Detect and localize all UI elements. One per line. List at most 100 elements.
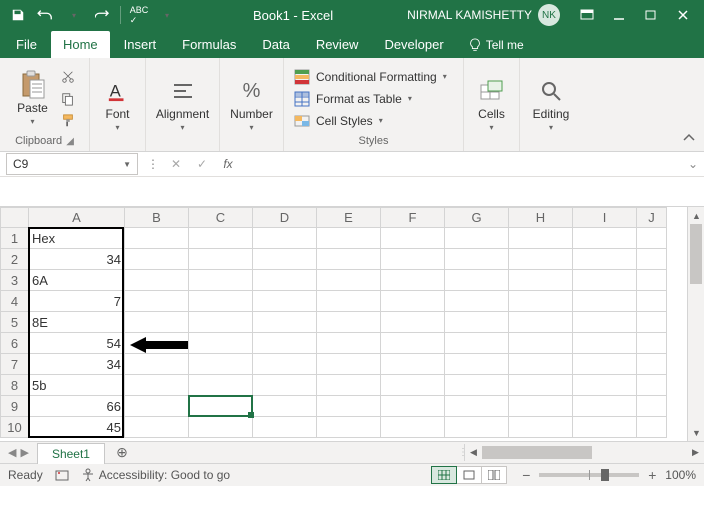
cell-I6[interactable] [573,333,637,354]
qat-customize[interactable]: ▾ [155,3,179,27]
cell-I7[interactable] [573,354,637,375]
copy-button[interactable] [58,89,78,109]
formula-bar-extended[interactable] [0,176,704,206]
row-header-7[interactable]: 7 [1,354,29,375]
cell-D1[interactable] [253,228,317,249]
editing-group-button[interactable]: Editing ▾ [527,75,576,134]
cell-E9[interactable] [317,396,381,417]
tab-home[interactable]: Home [51,31,110,58]
cell-J10[interactable] [637,417,667,438]
col-header-D[interactable]: D [253,208,317,228]
cell-F7[interactable] [381,354,445,375]
tab-insert[interactable]: Insert [112,31,169,58]
clipboard-dialog-launcher[interactable]: ◢ [66,136,74,147]
tab-formulas[interactable]: Formulas [170,31,248,58]
cell-B2[interactable] [125,249,189,270]
name-box[interactable]: C9 ▼ [6,153,138,175]
cell-A6[interactable]: 54 [29,333,125,354]
cell-G1[interactable] [445,228,509,249]
format-painter-button[interactable] [58,111,78,131]
cell-H5[interactable] [509,312,573,333]
cell-F4[interactable] [381,291,445,312]
cell-A8[interactable]: 5b [29,375,125,396]
cell-F1[interactable] [381,228,445,249]
cell-A4[interactable]: 7 [29,291,125,312]
cell-E6[interactable] [317,333,381,354]
cell-H7[interactable] [509,354,573,375]
cell-B10[interactable] [125,417,189,438]
cell-B8[interactable] [125,375,189,396]
cell-G9[interactable] [445,396,509,417]
cell-D8[interactable] [253,375,317,396]
cell-C3[interactable] [189,270,253,291]
col-header-G[interactable]: G [445,208,509,228]
zoom-in-button[interactable]: + [645,467,659,483]
format-as-table-button[interactable]: Format as Table ▾ [290,89,451,109]
cell-E8[interactable] [317,375,381,396]
cell-J4[interactable] [637,291,667,312]
zoom-slider-handle[interactable] [601,469,609,481]
col-header-E[interactable]: E [317,208,381,228]
cell-C6[interactable] [189,333,253,354]
row-header-10[interactable]: 10 [1,417,29,438]
undo-button[interactable] [34,3,58,27]
font-group-button[interactable]: A Font ▾ [98,75,138,134]
cell-C8[interactable] [189,375,253,396]
sheet-nav-next[interactable]: ▶ [20,446,28,459]
cell-I2[interactable] [573,249,637,270]
cell-A3[interactable]: 6A [29,270,125,291]
col-header-I[interactable]: I [573,208,637,228]
cell-H1[interactable] [509,228,573,249]
cell-C4[interactable] [189,291,253,312]
maximize-button[interactable] [636,3,666,27]
tab-file[interactable]: File [4,31,49,58]
zoom-level[interactable]: 100% [665,468,696,482]
cell-styles-button[interactable]: Cell Styles ▾ [290,111,451,131]
hscroll-thumb[interactable] [482,446,592,459]
cell-B3[interactable] [125,270,189,291]
cell-F2[interactable] [381,249,445,270]
cell-F5[interactable] [381,312,445,333]
cell-I3[interactable] [573,270,637,291]
scroll-up-button[interactable]: ▲ [688,207,704,224]
cell-D7[interactable] [253,354,317,375]
cell-B6[interactable] [125,333,189,354]
col-header-H[interactable]: H [509,208,573,228]
cell-G3[interactable] [445,270,509,291]
col-header-F[interactable]: F [381,208,445,228]
page-break-view-button[interactable] [481,466,507,484]
row-header-5[interactable]: 5 [1,312,29,333]
col-header-A[interactable]: A [29,208,125,228]
row-header-2[interactable]: 2 [1,249,29,270]
cell-I4[interactable] [573,291,637,312]
cell-H4[interactable] [509,291,573,312]
alignment-group-button[interactable]: Alignment ▾ [150,75,215,134]
number-group-button[interactable]: % Number ▾ [224,75,279,134]
cell-B7[interactable] [125,354,189,375]
row-header-4[interactable]: 4 [1,291,29,312]
vertical-scrollbar[interactable]: ▲ ▼ [687,207,704,441]
cut-button[interactable] [58,67,78,87]
cell-J2[interactable] [637,249,667,270]
cell-H6[interactable] [509,333,573,354]
save-button[interactable] [6,3,30,27]
undo-dropdown[interactable]: ▾ [62,3,86,27]
cell-E2[interactable] [317,249,381,270]
cell-A5[interactable]: 8E [29,312,125,333]
cell-C10[interactable] [189,417,253,438]
cell-D10[interactable] [253,417,317,438]
cell-B4[interactable] [125,291,189,312]
cell-C9[interactable] [189,396,253,417]
zoom-slider[interactable] [539,473,639,477]
close-button[interactable] [668,3,698,27]
tab-developer[interactable]: Developer [372,31,455,58]
cell-G6[interactable] [445,333,509,354]
cell-H10[interactable] [509,417,573,438]
cell-C5[interactable] [189,312,253,333]
cell-H9[interactable] [509,396,573,417]
col-header-C[interactable]: C [189,208,253,228]
cell-A2[interactable]: 34 [29,249,125,270]
cell-E5[interactable] [317,312,381,333]
cell-H2[interactable] [509,249,573,270]
tab-review[interactable]: Review [304,31,371,58]
